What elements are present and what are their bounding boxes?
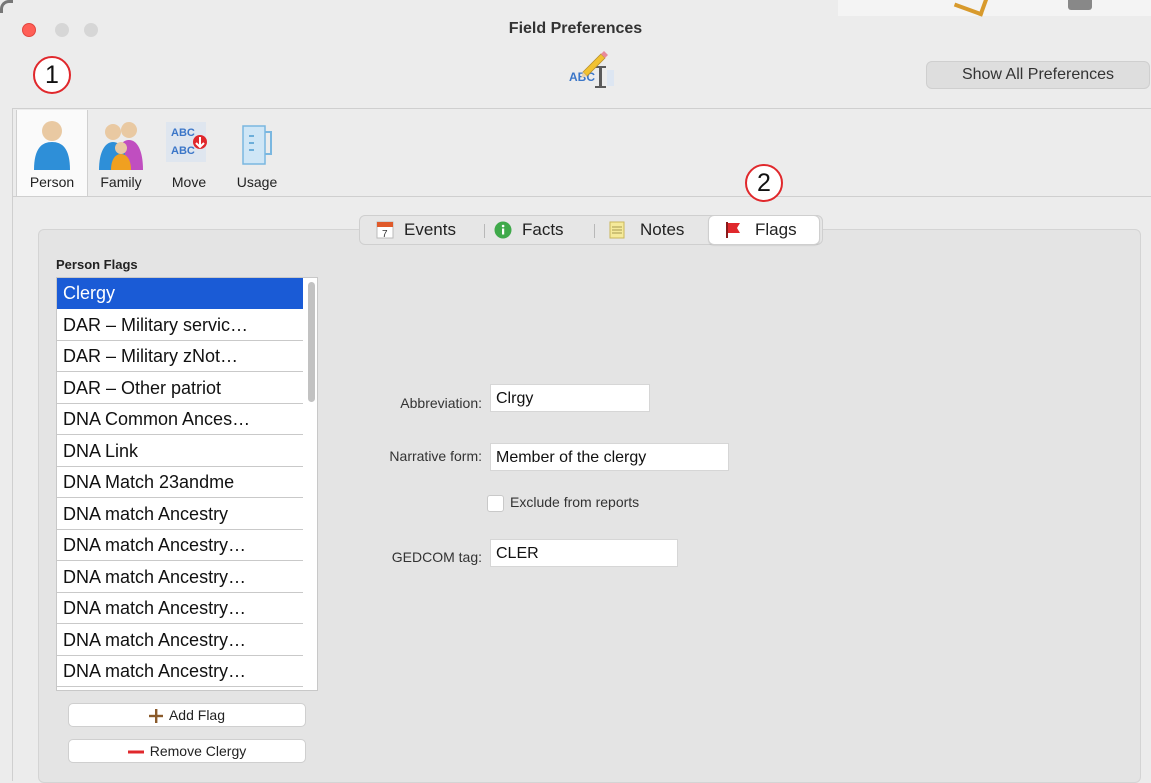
move-abc-icon: ABC ABC (166, 122, 207, 162)
tab-label: Notes (640, 220, 685, 239)
exclude-from-reports-checkbox[interactable] (487, 495, 504, 512)
toolbar-item-label: Family (100, 174, 142, 190)
gedcom-tag-field[interactable]: CLER (490, 539, 678, 567)
list-item[interactable]: DAR – Other patriot (57, 373, 303, 404)
list-item[interactable]: DNA Link (57, 436, 303, 467)
person-flags-list[interactable]: Clergy DAR – Military servic… DAR – Mili… (56, 277, 318, 691)
toolbar-move-button[interactable]: ABC ABC Move (158, 110, 220, 196)
step-marker-2: 2 (745, 164, 783, 202)
list-item[interactable]: DAR – Military zNot… (57, 341, 303, 372)
divider (12, 196, 1151, 197)
flag-icon (726, 222, 740, 238)
list-item[interactable]: DNA match Ancestry… (57, 625, 303, 656)
svg-text:7: 7 (382, 229, 388, 239)
remove-flag-button[interactable]: Remove Clergy (68, 739, 306, 763)
person-icon (34, 121, 70, 170)
usage-jar-icon (242, 125, 272, 165)
svg-text:ABC: ABC (171, 127, 195, 139)
divider (12, 108, 13, 781)
plus-icon (148, 709, 163, 724)
tab-label: Facts (522, 220, 564, 239)
list-item[interactable]: DNA match Ancestry… (57, 656, 303, 687)
tab-separator (484, 224, 485, 238)
minus-icon (127, 750, 144, 754)
calendar-icon: 7 (376, 221, 394, 239)
toolbar-usage-button[interactable]: Usage (226, 110, 288, 196)
narrative-form-field[interactable]: Member of the clergy (490, 443, 729, 471)
list-item[interactable]: DNA Match 23andme (57, 467, 303, 498)
tab-events[interactable]: 7 Events (372, 216, 484, 244)
remove-flag-label: Remove Clergy (149, 743, 247, 759)
window-title: Field Preferences (508, 20, 643, 37)
list-scrollbar[interactable] (308, 282, 315, 402)
background-box-icon (1068, 0, 1092, 10)
family-icon (99, 122, 143, 170)
step-marker-1: 1 (33, 56, 71, 94)
exclude-from-reports-label: Exclude from reports (510, 494, 640, 510)
toolbar-person-button[interactable]: Person (16, 110, 88, 196)
add-flag-button[interactable]: Add Flag (68, 703, 306, 727)
narrative-form-label: Narrative form: (389, 448, 482, 464)
abc-spelling-pencil-icon: ABC (565, 48, 615, 92)
list-item[interactable]: DAR – Military servic… (57, 310, 303, 341)
toolbar-item-label: Usage (236, 174, 278, 190)
key-icon (953, 0, 989, 17)
tab-separator (594, 224, 595, 238)
toolbar-item-label: Move (171, 174, 207, 190)
window-corner (0, 0, 13, 13)
notepad-icon (609, 221, 625, 239)
toolbar-family-button[interactable]: Family (90, 110, 152, 196)
show-all-preferences-button[interactable]: Show All Preferences (926, 61, 1150, 89)
section-tabs: 7 Events Facts Notes Flags (359, 215, 823, 245)
tab-facts[interactable]: Facts (492, 216, 592, 244)
background-window-remnant (838, 0, 1151, 17)
list-item[interactable]: Clergy (57, 278, 303, 309)
svg-text:ABC: ABC (171, 145, 195, 157)
tab-flags[interactable]: Flags (708, 215, 820, 245)
tab-label: Events (404, 220, 456, 239)
abbreviation-field[interactable]: Clrgy (490, 384, 650, 412)
list-item[interactable]: DNA match Ancestry… (57, 593, 303, 624)
toolbar-item-label: Person (29, 174, 75, 190)
list-item[interactable]: DNA match Ancestry (57, 499, 303, 530)
person-flags-title: Person Flags (56, 257, 138, 272)
abbreviation-label: Abbreviation: (400, 395, 482, 411)
info-icon (494, 221, 512, 239)
list-item[interactable]: DNA match Ancestry… (57, 530, 303, 561)
gedcom-tag-label: GEDCOM tag: (391, 549, 482, 565)
list-item[interactable]: DNA match Ancestry… (57, 562, 303, 593)
tab-label: Flags (755, 220, 797, 239)
add-flag-label: Add Flag (168, 707, 226, 723)
list-item[interactable]: DNA Common Ances… (57, 404, 303, 435)
tab-notes[interactable]: Notes (604, 216, 708, 244)
